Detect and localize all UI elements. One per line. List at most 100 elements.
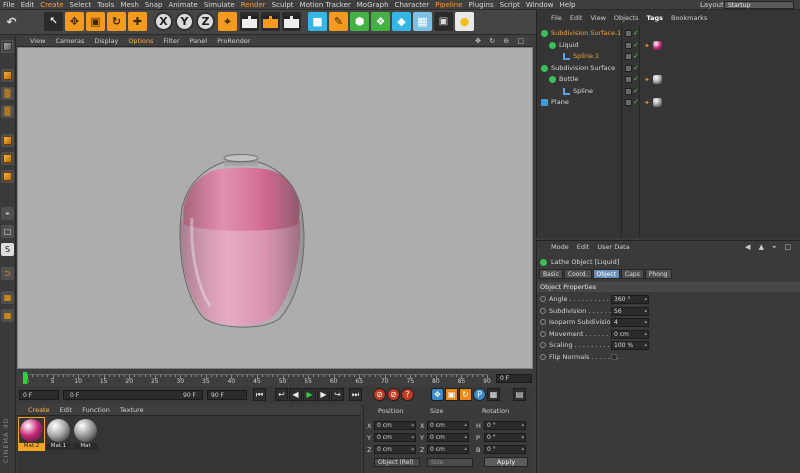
- preview-range-slider[interactable]: 0 F 90 F: [63, 390, 203, 400]
- visibility-toggle[interactable]: [625, 53, 632, 60]
- enabled-check-icon[interactable]: ✓: [633, 86, 639, 97]
- playhead[interactable]: [23, 372, 27, 384]
- om-object-name[interactable]: Plane: [551, 97, 569, 108]
- animate-dot-icon[interactable]: [540, 330, 546, 337]
- om-menu-view[interactable]: View: [586, 13, 609, 24]
- om-object-name[interactable]: Spline: [573, 86, 593, 97]
- om-menu-edit[interactable]: Edit: [566, 13, 587, 24]
- viewport-nav-icons[interactable]: ✥ ↻ ⊖ □: [475, 36, 527, 47]
- om-row-liquid[interactable]: Liquid ✓ ✦: [537, 40, 800, 51]
- om-row-subdivision-surface-1[interactable]: Subdivision Surface.1 ✓: [537, 28, 800, 39]
- material-tag-icon[interactable]: [653, 40, 662, 50]
- size-z-field[interactable]: 0 cm: [427, 445, 469, 454]
- visibility-toggle[interactable]: [625, 41, 632, 49]
- soft-selection-icon[interactable]: ▦: [1, 291, 14, 304]
- tweak-mode-icon[interactable]: □: [1, 225, 14, 238]
- paint-icon[interactable]: ▦: [1, 309, 14, 322]
- menu-character[interactable]: Character: [392, 0, 433, 10]
- enable-axis-icon[interactable]: ⌖: [1, 207, 14, 220]
- enabled-check-icon[interactable]: ✓: [633, 97, 639, 108]
- animate-dot-icon[interactable]: [540, 353, 546, 360]
- om-row-bottle[interactable]: Bottle ✓ ✦: [537, 74, 800, 85]
- menu-file[interactable]: File: [0, 0, 18, 10]
- rotate-tool-icon[interactable]: ↻: [107, 12, 126, 31]
- om-object-name[interactable]: Bottle: [559, 74, 578, 85]
- previous-frame-icon[interactable]: ◀: [289, 388, 302, 401]
- magnet-icon[interactable]: ⊃: [1, 267, 14, 280]
- viewport-menu-options[interactable]: Options: [123, 36, 158, 47]
- menu-mograph[interactable]: MoGraph: [354, 0, 392, 10]
- om-object-name[interactable]: Liquid: [559, 40, 579, 51]
- tab-basic[interactable]: Basic: [539, 269, 563, 279]
- enabled-check-icon[interactable]: ✓: [633, 51, 639, 62]
- cloner-icon[interactable]: ❖: [371, 12, 390, 31]
- deformer-icon[interactable]: ◆: [392, 12, 411, 31]
- animate-dot-icon[interactable]: [540, 342, 546, 348]
- x-axis-lock-button[interactable]: X: [154, 12, 173, 31]
- property-value-field[interactable]: 4: [611, 318, 649, 327]
- phong-tag-icon[interactable]: ✦: [644, 99, 652, 107]
- min-time-field[interactable]: 0 F: [19, 390, 59, 400]
- render-view-icon[interactable]: [240, 12, 259, 31]
- flip-normals-checkbox[interactable]: [611, 353, 617, 360]
- om-menu-file[interactable]: File: [547, 13, 566, 24]
- workplane-icon[interactable]: ▒: [1, 105, 14, 118]
- previous-key-icon[interactable]: ↩: [275, 388, 288, 401]
- go-to-end-icon[interactable]: ⏭: [349, 388, 362, 401]
- om-menu-bookmarks[interactable]: Bookmarks: [667, 13, 711, 24]
- timeline[interactable]: 0 5 10 15 20 25 30 35 40 45 50 55 60 65 70 75 80 85 90: [17, 370, 533, 386]
- render-settings-icon[interactable]: [282, 12, 301, 31]
- material-tag-icon[interactable]: [653, 75, 662, 84]
- apply-button[interactable]: Apply: [484, 457, 528, 467]
- material-menu-texture[interactable]: Texture: [115, 405, 149, 416]
- visibility-toggle[interactable]: [625, 87, 632, 95]
- go-to-start-icon[interactable]: ⏮: [253, 388, 266, 401]
- material-manager[interactable]: Mat.2 Mat.1 Mat: [17, 416, 361, 473]
- light-icon[interactable]: ●: [455, 12, 474, 31]
- material-swatch[interactable]: Mat.2: [18, 417, 45, 451]
- viewport-menu-cameras[interactable]: Cameras: [50, 36, 89, 47]
- viewport-menu-display[interactable]: Display: [89, 36, 123, 47]
- world-coordinate-icon[interactable]: ⌖: [218, 12, 237, 31]
- material-swatch[interactable]: Mat: [73, 418, 98, 450]
- coord-mode-select[interactable]: Object (Rel): [374, 458, 420, 467]
- visibility-toggle[interactable]: [625, 30, 632, 37]
- pos-z-field[interactable]: 0 cm: [374, 445, 416, 454]
- om-object-name[interactable]: Subdivision Surface.1: [551, 28, 621, 39]
- om-row-plane[interactable]: Plane ✓ ✦: [537, 97, 800, 108]
- menu-window[interactable]: Window: [523, 0, 557, 10]
- visibility-toggle[interactable]: [625, 64, 632, 72]
- menu-render[interactable]: Render: [238, 0, 269, 10]
- om-menu-objects[interactable]: Objects: [610, 13, 643, 24]
- viewport-menu-filter[interactable]: Filter: [158, 36, 184, 47]
- animate-dot-icon[interactable]: [540, 307, 546, 314]
- current-frame-field[interactable]: 0 F: [496, 374, 532, 383]
- om-row-subdivision-surface[interactable]: Subdivision Surface ✓: [537, 63, 800, 74]
- menu-simulate[interactable]: Simulate: [201, 0, 238, 10]
- menu-motion-tracker[interactable]: Motion Tracker: [297, 0, 354, 10]
- menu-animate[interactable]: Animate: [165, 0, 200, 10]
- property-value-field[interactable]: 56: [611, 306, 649, 316]
- max-time-field[interactable]: 90 F: [207, 390, 247, 400]
- material-tag-icon[interactable]: [653, 98, 662, 107]
- next-frame-icon[interactable]: ▶: [317, 388, 330, 401]
- property-value-field[interactable]: 100 %: [611, 341, 649, 350]
- om-object-name[interactable]: Spline.1: [573, 51, 599, 62]
- size-y-field[interactable]: 0 cm: [427, 433, 469, 442]
- visibility-toggle[interactable]: [625, 76, 632, 83]
- enabled-check-icon[interactable]: ✓: [633, 40, 639, 51]
- menu-mesh[interactable]: Mesh: [117, 0, 141, 10]
- size-x-field[interactable]: 0 cm: [427, 421, 469, 430]
- rot-h-field[interactable]: 0 °: [484, 421, 526, 430]
- enabled-check-icon[interactable]: ✓: [633, 74, 639, 85]
- om-menu-tags[interactable]: Tags: [642, 13, 667, 24]
- menu-help[interactable]: Help: [557, 0, 579, 10]
- timeline-icon[interactable]: ▤: [513, 388, 526, 401]
- rot-p-field[interactable]: 0 °: [484, 433, 526, 442]
- record-active-objects-icon[interactable]: ⊘: [373, 388, 386, 401]
- pla-key-icon[interactable]: ▦: [487, 388, 500, 401]
- pos-x-field[interactable]: 0 cm: [374, 421, 416, 430]
- points-mode-icon[interactable]: [1, 134, 14, 147]
- menu-edit[interactable]: Edit: [18, 0, 38, 10]
- om-object-name[interactable]: Subdivision Surface: [551, 63, 615, 74]
